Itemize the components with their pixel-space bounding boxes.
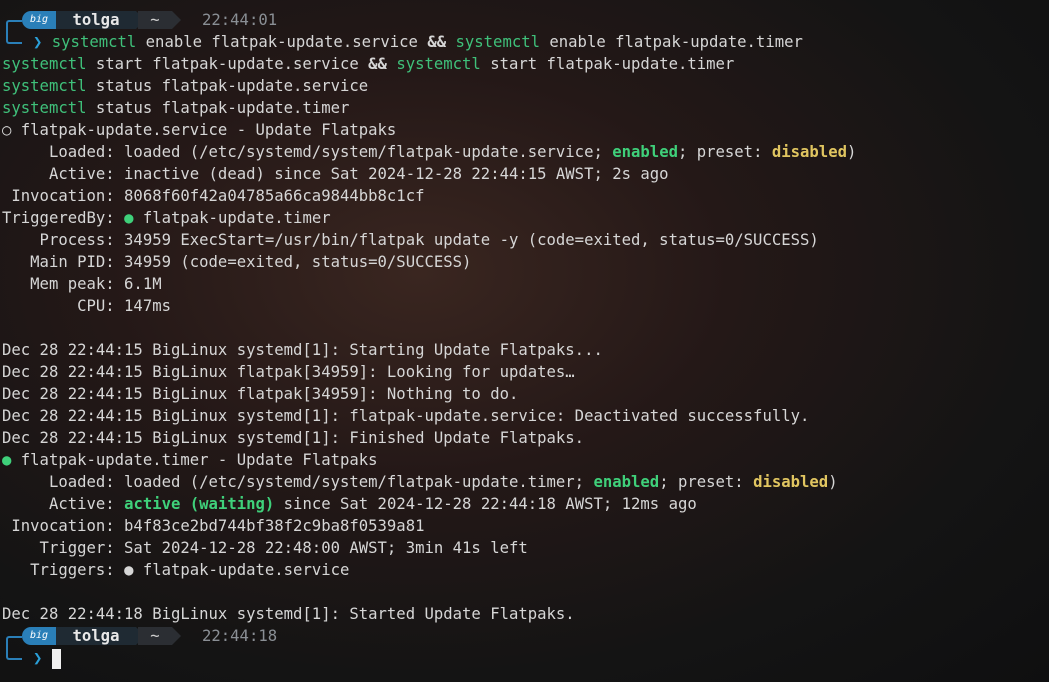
cmd-space <box>387 55 396 73</box>
timer-trigger: Trigger: Sat 2024-12-28 22:48:00 AWST; 3… <box>2 539 528 557</box>
prompt-time: 22:44:01 <box>202 11 278 29</box>
cmd-text: enable flatpak-update.timer <box>540 33 803 51</box>
prompt-directory: ~ <box>138 11 181 29</box>
triggeredby-unit: flatpak-update.timer <box>133 209 331 227</box>
timer-invocation: Invocation: b4f83ce2bd744bf38f2c9ba8f053… <box>2 517 425 535</box>
loaded-close: ) <box>828 473 838 491</box>
service-cpu: CPU: 147ms <box>2 297 171 315</box>
cmd-operator: && <box>368 55 387 73</box>
cmd-operator: && <box>427 33 447 51</box>
log-line: Dec 28 22:44:15 BigLinux systemd[1]: fla… <box>2 407 810 425</box>
timer-triggers: Triggers: ● flatpak-update.service <box>2 559 349 581</box>
log-line: Dec 28 22:44:15 BigLinux systemd[1]: Sta… <box>2 341 603 359</box>
text-cursor[interactable] <box>51 648 61 669</box>
loaded-text: Loaded: loaded (/etc/systemd/system/flat… <box>2 473 594 491</box>
prompt-chevron-icon: ❯ <box>33 33 43 51</box>
active-label: Active: <box>2 495 125 513</box>
active-state: active (waiting) <box>124 495 275 513</box>
prompt-bracket-corner-icon <box>6 647 22 660</box>
log-line: Dec 28 22:44:15 BigLinux systemd[1]: Fin… <box>2 429 585 447</box>
prompt-time: 22:44:18 <box>202 627 278 645</box>
cmd-keyword: systemctl <box>2 99 87 117</box>
service-process: Process: 34959 ExecStart=/usr/bin/flatpa… <box>2 231 819 249</box>
cmd-keyword: systemctl <box>396 55 481 73</box>
triggers-unit: flatpak-update.service <box>133 561 350 579</box>
command-line-1: ❯ systemctl enable flatpak-update.servic… <box>33 31 803 53</box>
service-mempeak: Mem peak: 6.1M <box>2 275 162 293</box>
cmd-keyword: systemctl <box>455 33 541 51</box>
service-active: Active: inactive (dead) since Sat 2024-1… <box>2 165 669 183</box>
cmd-space <box>446 33 455 51</box>
log-line: Dec 28 22:44:15 BigLinux flatpak[34959]:… <box>2 385 519 403</box>
active-dot-icon: ● <box>2 451 12 469</box>
input-line[interactable]: ❯ <box>33 647 61 669</box>
terminal-window[interactable]: big tolga ~ 22:44:01 ❯ systemctl enable … <box>0 0 1049 682</box>
enabled-state: enabled <box>593 473 660 491</box>
cmd-keyword: systemctl <box>2 55 87 73</box>
prompt-username: tolga <box>56 11 145 29</box>
cmd-text: status flatpak-update.timer <box>86 99 350 117</box>
service-loaded: Loaded: loaded (/etc/systemd/system/flat… <box>2 141 856 163</box>
service-mainpid: Main PID: 34959 (code=exited, status=0/S… <box>2 253 472 271</box>
cmd-text: status flatpak-update.service <box>86 77 369 95</box>
prompt-chevron-icon: ❯ <box>33 649 43 667</box>
inactive-dot-icon: ○ <box>2 121 12 139</box>
service-header: ○ flatpak-update.service - Update Flatpa… <box>2 119 396 141</box>
prompt-username: tolga <box>56 627 145 645</box>
command-line-3: systemctl status flatpak-update.service <box>2 75 368 97</box>
loaded-text: Loaded: loaded (/etc/systemd/system/flat… <box>2 143 613 161</box>
cmd-text: enable flatpak-update.service <box>136 33 428 51</box>
cmd-keyword: systemctl <box>2 77 87 95</box>
service-triggeredby: TriggeredBy: ● flatpak-update.timer <box>2 207 331 229</box>
triggers-label: Triggers: <box>2 561 125 579</box>
prompt-directory: ~ <box>138 627 181 645</box>
service-title: flatpak-update.service - Update Flatpaks <box>11 121 397 139</box>
distro-logo-icon: big <box>22 11 56 29</box>
timer-active: Active: active (waiting) since Sat 2024-… <box>2 493 697 515</box>
service-invocation: Invocation: 8068f60f42a04785a66ca9844bb8… <box>2 187 425 205</box>
prompt-bracket-corner-icon <box>6 31 22 44</box>
command-line-2: systemctl start flatpak-update.service &… <box>2 53 734 75</box>
timer-loaded: Loaded: loaded (/etc/systemd/system/flat… <box>2 471 838 493</box>
preset-state: disabled <box>753 473 829 491</box>
cmd-text: start flatpak-update.service <box>86 55 369 73</box>
distro-logo-icon: big <box>22 627 56 645</box>
log-line: Dec 28 22:44:15 BigLinux flatpak[34959]:… <box>2 363 575 381</box>
timer-header: ● flatpak-update.timer - Update Flatpaks <box>2 449 378 471</box>
command-line-4: systemctl status flatpak-update.timer <box>2 97 349 119</box>
enabled-state: enabled <box>612 143 678 161</box>
preset-label: ; preset: <box>659 473 754 491</box>
active-since: since Sat 2024-12-28 22:44:18 AWST; 12ms… <box>274 495 697 513</box>
cmd-text: start flatpak-update.timer <box>480 55 735 73</box>
preset-state: disabled <box>771 143 847 161</box>
triggeredby-label: TriggeredBy: <box>2 209 125 227</box>
cmd-keyword: systemctl <box>51 33 137 51</box>
timer-title: flatpak-update.timer - Update Flatpaks <box>11 451 378 469</box>
preset-label: ; preset: <box>677 143 772 161</box>
log-line: Dec 28 22:44:18 BigLinux systemd[1]: Sta… <box>2 605 575 623</box>
loaded-close: ) <box>846 143 857 161</box>
